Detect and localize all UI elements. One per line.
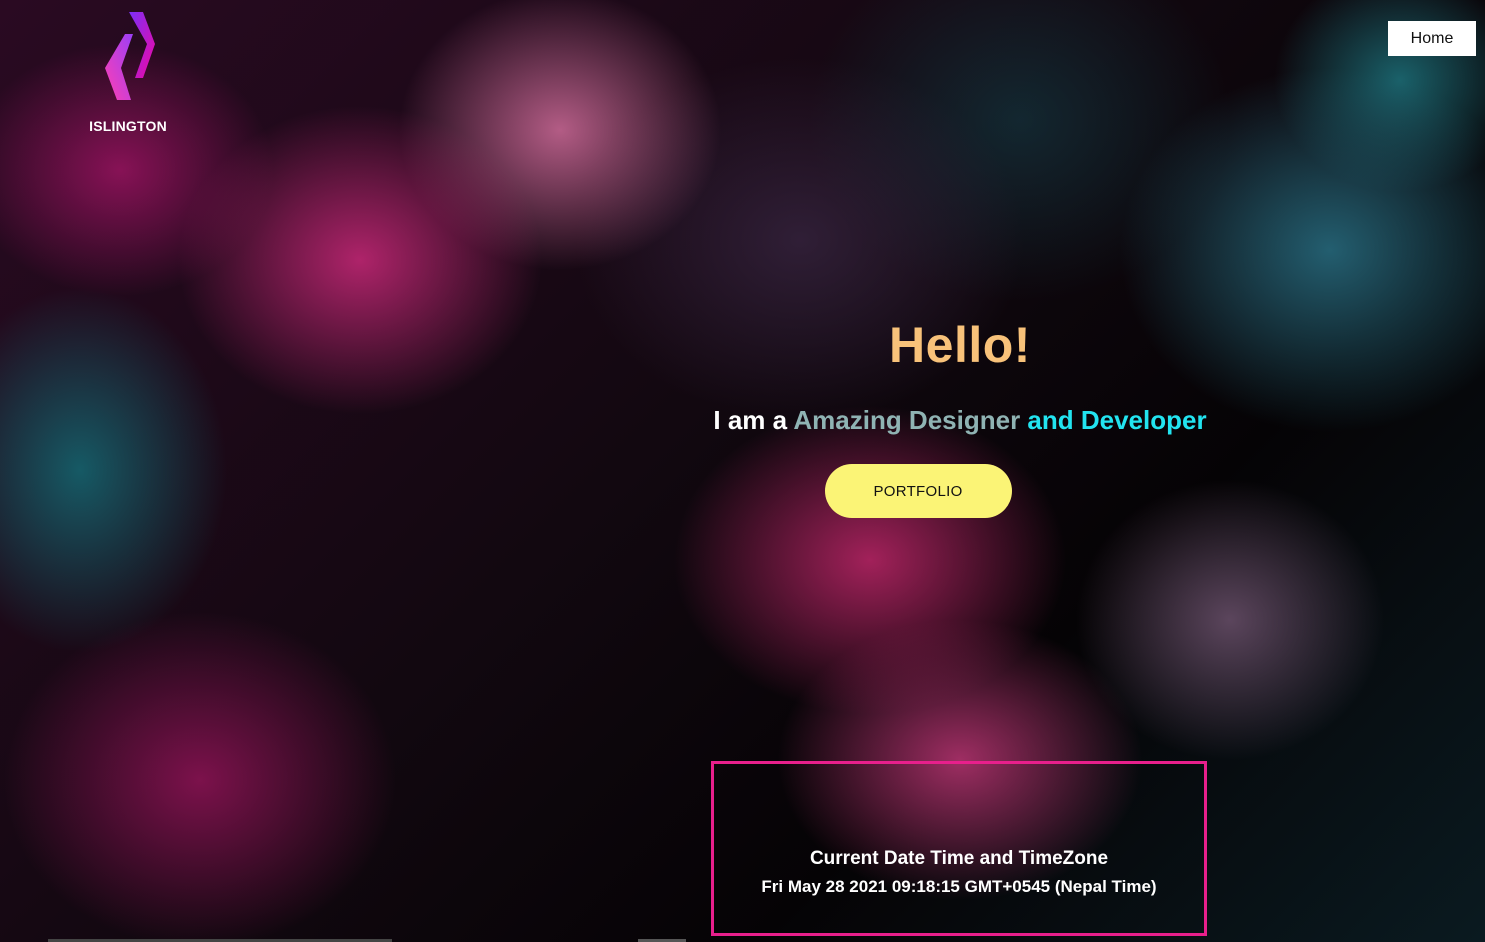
hero-section: Hello! I am a Amazing Designer and Devel…: [460, 308, 1460, 518]
brand-logo[interactable]: ISLINGTON: [84, 8, 172, 134]
portfolio-button[interactable]: PORTFOLIO: [824, 464, 1012, 518]
page: ISLINGTON Home Hello! I am a Amazing Des…: [0, 0, 1485, 942]
datetime-title: Current Date Time and TimeZone: [809, 848, 1109, 869]
hero-subtitle: I am a Amazing Designer and Developer: [460, 402, 1460, 438]
subtitle-highlight: Amazing Designer: [793, 405, 1021, 435]
subtitle-lead: I am a: [713, 405, 794, 435]
islington-logo-icon: [105, 12, 155, 100]
subtitle-end: and Developer: [1020, 405, 1207, 435]
datetime-panel: Current Date Time and TimeZone Fri May 2…: [711, 761, 1207, 936]
brand-name: ISLINGTON: [89, 118, 167, 134]
datetime-value: Fri May 28 2021 09:18:15 GMT+0545 (Nepal…: [761, 877, 1157, 896]
home-nav-button[interactable]: Home: [1388, 21, 1476, 56]
hero-title: Hello!: [889, 317, 1031, 373]
